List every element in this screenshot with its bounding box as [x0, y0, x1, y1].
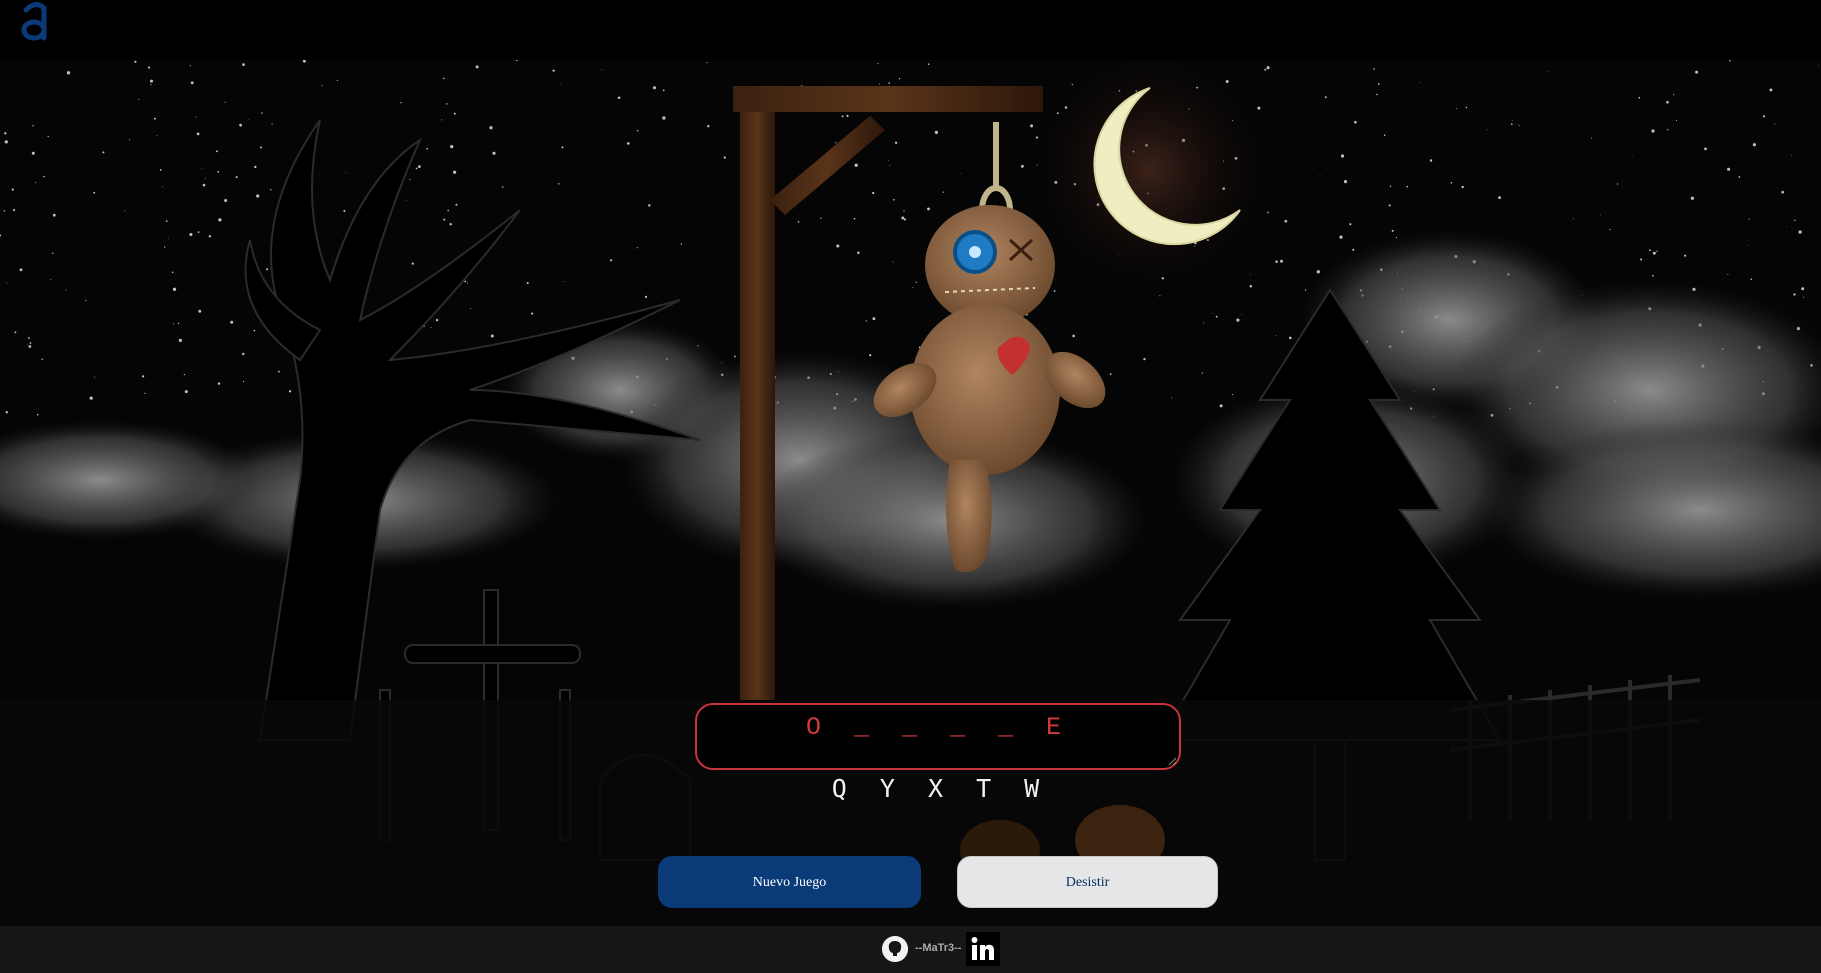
word-display-box[interactable]: O _ _ _ _ E	[695, 703, 1181, 770]
author-name: --MaTr3--	[915, 942, 962, 954]
footer	[0, 926, 1821, 973]
quit-button[interactable]: Desistir	[957, 856, 1218, 908]
github-icon[interactable]	[882, 936, 908, 962]
word-display: O _ _ _ _ E	[805, 713, 1071, 742]
linkedin-icon[interactable]	[966, 932, 1000, 966]
wrong-letters: Q Y X T W	[831, 774, 1049, 803]
top-bar	[0, 0, 1821, 60]
new-game-button[interactable]: Nuevo Juego	[658, 856, 921, 908]
resize-grip-icon[interactable]	[1167, 756, 1177, 766]
logo-icon[interactable]	[16, 0, 56, 48]
